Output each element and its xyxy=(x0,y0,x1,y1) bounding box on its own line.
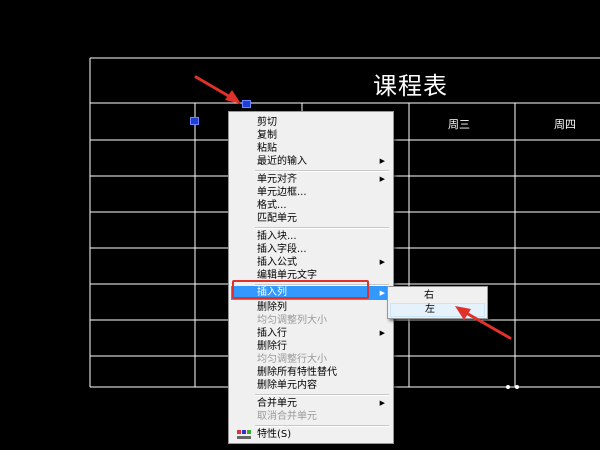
menu-item-label: 单元对齐 xyxy=(257,174,297,185)
menu-separator xyxy=(255,394,389,396)
submenu-item-label: 左 xyxy=(425,304,435,315)
table-title: 课程表 xyxy=(373,72,448,100)
insert-column-submenu: 右 左 xyxy=(387,286,488,319)
menu-item-label: 插入行 xyxy=(257,328,287,339)
menu-item-label: 均匀调整行大小 xyxy=(257,354,327,365)
menu-item-recent-input[interactable]: 最近的输入 ▶ xyxy=(231,155,391,168)
menu-separator xyxy=(255,425,389,427)
menu-item-size-columns-equally: 均匀调整列大小 xyxy=(231,314,391,327)
menu-item-insert-block[interactable]: 插入块... xyxy=(231,230,391,243)
table-header-wednesday: 周三 xyxy=(448,118,470,131)
menu-item-size-rows-equally: 均匀调整行大小 xyxy=(231,353,391,366)
menu-item-label: 插入公式 xyxy=(257,257,297,268)
menu-item-properties[interactable]: 特性(S) xyxy=(231,428,391,441)
menu-item-label: 复制 xyxy=(257,130,277,141)
submenu-item-right[interactable]: 右 xyxy=(390,289,485,303)
menu-item-delete-cell-contents[interactable]: 删除单元内容 xyxy=(231,379,391,392)
submenu-arrow-icon: ▶ xyxy=(379,157,385,165)
menu-item-insert-formula[interactable]: 插入公式 ▶ xyxy=(231,256,391,269)
menu-item-label: 特性(S) xyxy=(257,429,292,440)
menu-item-delete-column[interactable]: 删除列 xyxy=(231,301,391,314)
menu-item-cell-alignment[interactable]: 单元对齐 ▶ xyxy=(231,173,391,186)
context-menu: 剪切 复制 粘贴 最近的输入 ▶ 单元对齐 ▶ 单元边框... 格式... 匹配单元… xyxy=(228,111,394,444)
cell-grip-top[interactable] xyxy=(242,100,251,108)
menu-item-label: 取消合并单元 xyxy=(257,411,317,422)
submenu-item-left[interactable]: 左 xyxy=(390,303,485,317)
submenu-item-label: 右 xyxy=(424,290,434,301)
menu-item-format[interactable]: 格式... xyxy=(231,199,391,212)
submenu-arrow-icon: ▶ xyxy=(379,329,385,337)
menu-item-copy[interactable]: 复制 xyxy=(231,129,391,142)
menu-item-delete-row[interactable]: 删除行 xyxy=(231,340,391,353)
menu-item-cut[interactable]: 剪切 xyxy=(231,116,391,129)
menu-item-label: 格式... xyxy=(257,200,287,211)
menu-item-label: 插入块... xyxy=(257,231,297,242)
menu-item-label: 剪切 xyxy=(257,117,277,128)
submenu-arrow-icon: ▶ xyxy=(379,289,385,297)
menu-item-match-cell[interactable]: 匹配单元 xyxy=(231,212,391,225)
submenu-arrow-icon: ▶ xyxy=(379,399,385,407)
menu-item-merge-cells[interactable]: 合并单元 ▶ xyxy=(231,397,391,410)
menu-item-label: 最近的输入 xyxy=(257,156,307,167)
menu-item-remove-property-overrides[interactable]: 删除所有特性替代 xyxy=(231,366,391,379)
submenu-arrow-icon: ▶ xyxy=(379,258,385,266)
menu-item-label: 单元边框... xyxy=(257,187,307,198)
menu-item-label: 粘贴 xyxy=(257,143,277,154)
annotation-highlight-box xyxy=(232,280,369,299)
menu-item-label: 匹配单元 xyxy=(257,213,297,224)
menu-item-unmerge-cells: 取消合并单元 xyxy=(231,410,391,423)
menu-item-label: 插入字段... xyxy=(257,244,307,255)
menu-item-label: 删除列 xyxy=(257,302,287,313)
menu-separator xyxy=(255,170,389,172)
menu-item-label: 均匀调整列大小 xyxy=(257,315,327,326)
menu-item-label: 删除单元内容 xyxy=(257,380,317,391)
menu-separator xyxy=(255,227,389,229)
table-header-thursday: 周四 xyxy=(554,118,576,131)
submenu-arrow-icon: ▶ xyxy=(379,175,385,183)
cell-grip-left[interactable] xyxy=(190,117,199,125)
menu-item-label: 删除所有特性替代 xyxy=(257,367,337,378)
menu-item-paste[interactable]: 粘贴 xyxy=(231,142,391,155)
menu-item-insert-row[interactable]: 插入行 ▶ xyxy=(231,327,391,340)
menu-item-insert-field[interactable]: 插入字段... xyxy=(231,243,391,256)
menu-item-label: 合并单元 xyxy=(257,398,297,409)
properties-icon xyxy=(237,430,251,439)
menu-item-cell-borders[interactable]: 单元边框... xyxy=(231,186,391,199)
menu-item-label: 删除行 xyxy=(257,341,287,352)
